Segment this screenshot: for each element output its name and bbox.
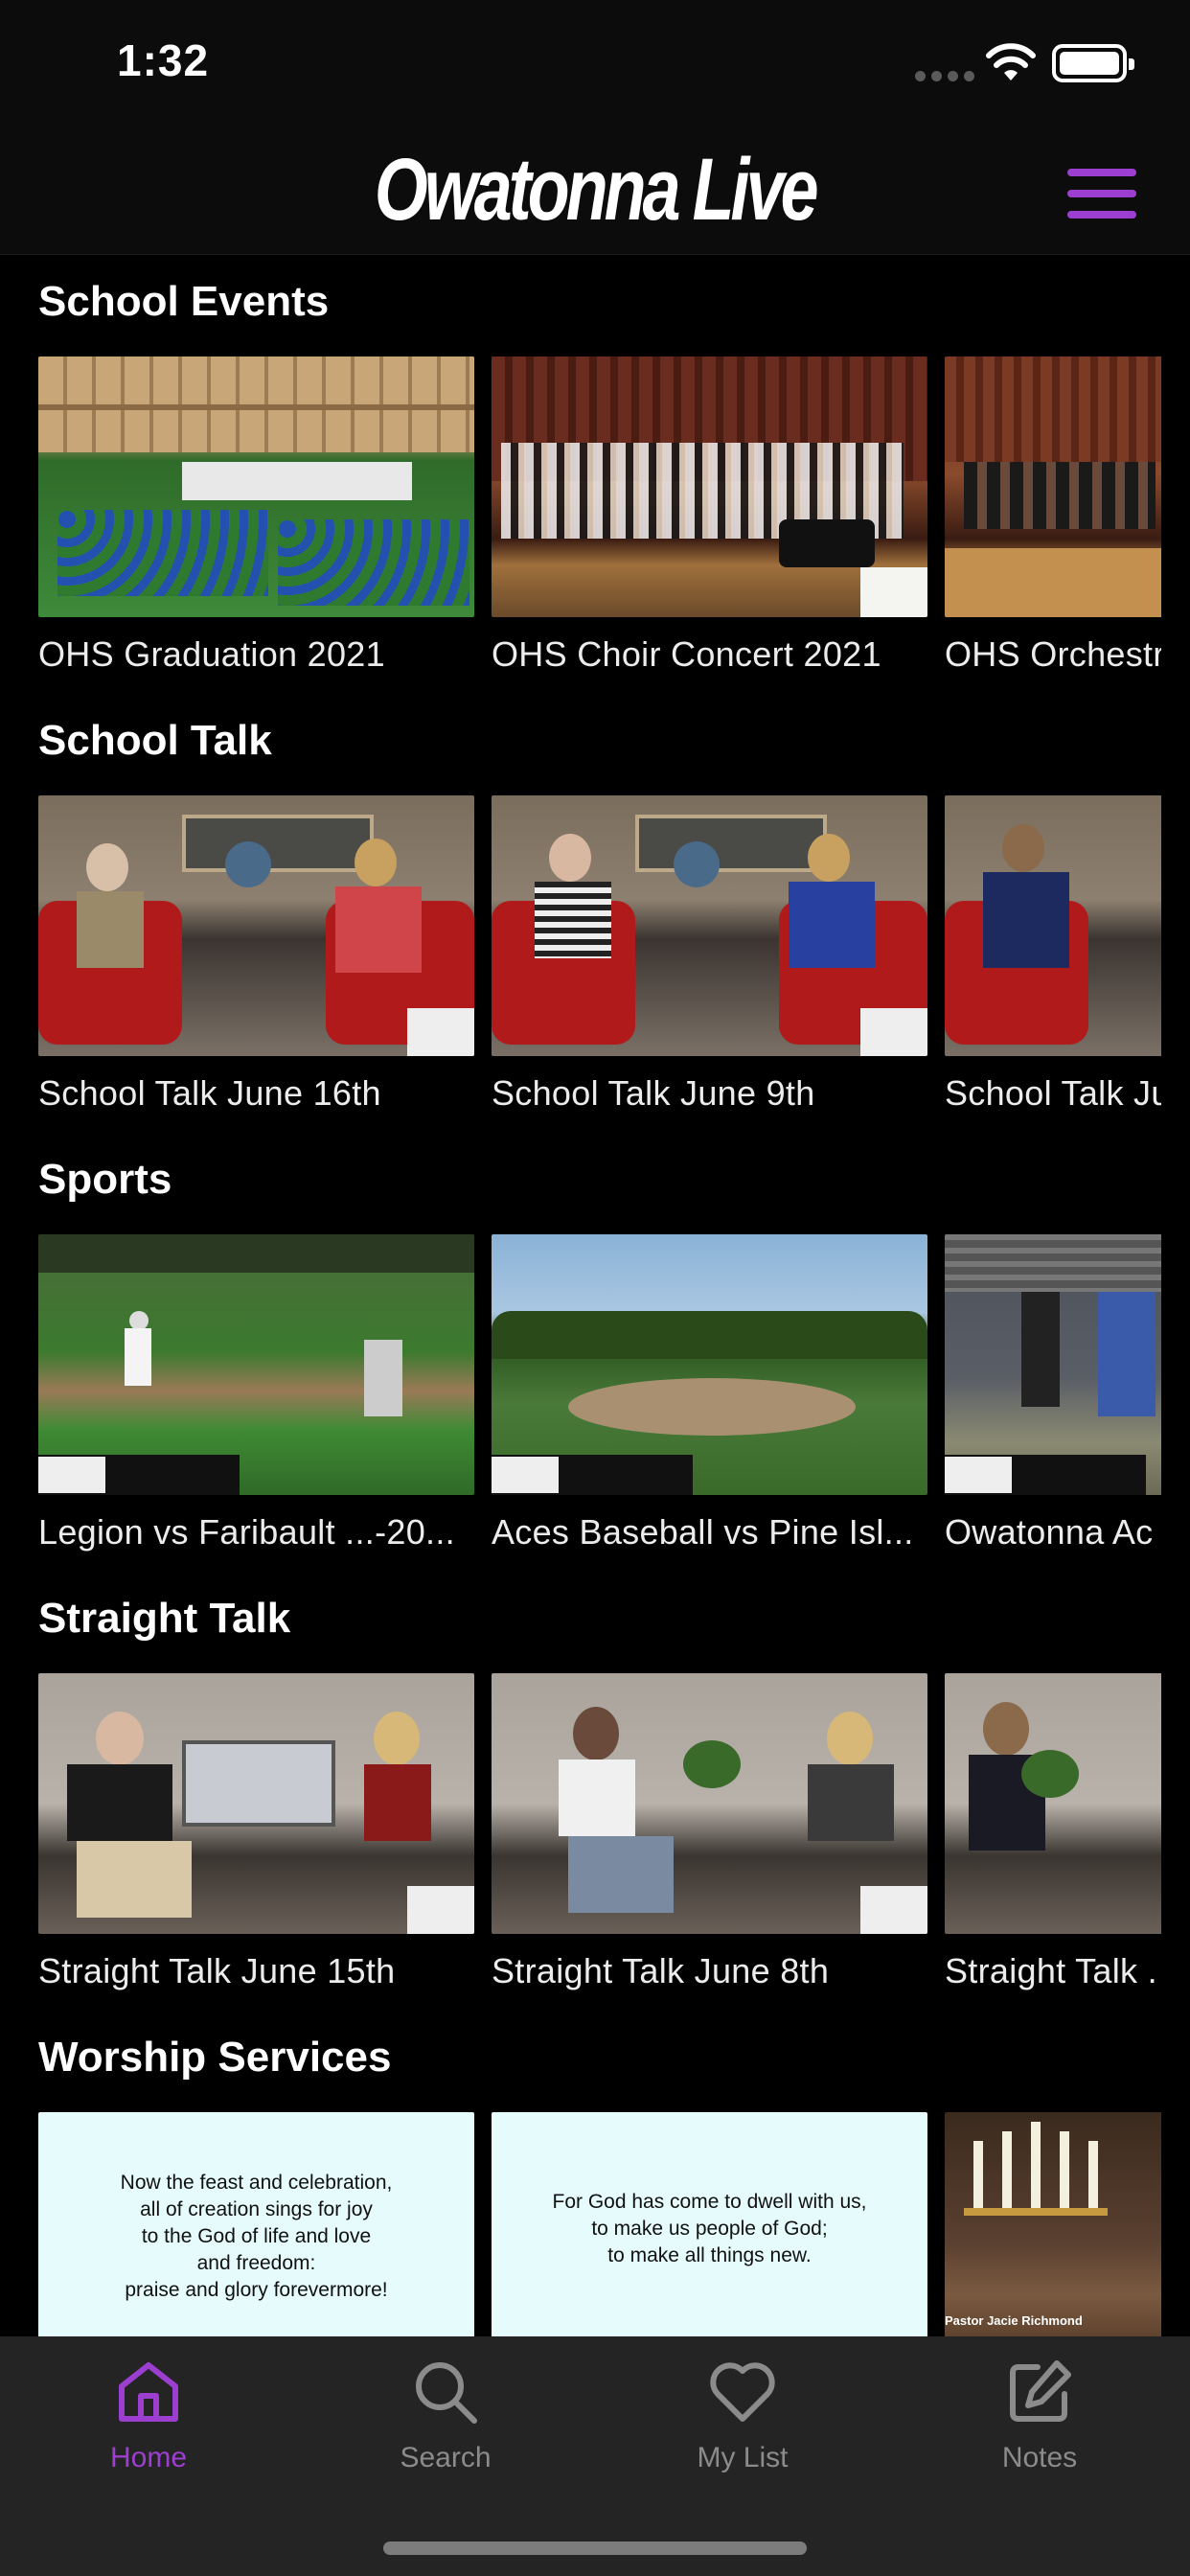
carousel-row[interactable]: School Talk June 16th School Talk June 9…	[38, 795, 1161, 1121]
video-card[interactable]: For God has come to dwell with us, to ma…	[492, 2112, 927, 2336]
video-title: School Talk Ju	[945, 1073, 1161, 1113]
hamburger-menu-icon[interactable]	[1064, 163, 1140, 224]
search-icon	[416, 2362, 477, 2424]
video-card[interactable]: Pastor Jacie Richmond	[945, 2112, 1161, 2336]
carousel-row[interactable]: Now the feast and celebration, all of cr…	[38, 2112, 1161, 2336]
tab-label: My List	[697, 2442, 789, 2473]
section-sports: Sports Legion vs Faribault ...-20... Ace…	[0, 1133, 1190, 1574]
video-card[interactable]: Aces Baseball vs Pine Isl...	[492, 1234, 927, 1560]
status-time: 1:32	[117, 35, 210, 85]
carousel-row[interactable]: Straight Talk June 15th Straight Talk Ju…	[38, 1673, 1161, 1999]
video-card[interactable]: Owatonna Ac	[945, 1234, 1161, 1560]
video-card[interactable]: Straight Talk .	[945, 1673, 1161, 1999]
carousel-row[interactable]: OHS Graduation 2021 OHS Choir Concert 20…	[38, 356, 1161, 682]
video-thumbnail	[492, 795, 927, 1056]
video-card[interactable]: OHS Graduation 2021	[38, 356, 474, 682]
section-worship-services: Worship Services Now the feast and celeb…	[0, 2011, 1190, 2336]
home-feed[interactable]: School Events OHS Graduation 2021 OHS Ch…	[0, 255, 1190, 2336]
video-card[interactable]: Now the feast and celebration, all of cr…	[38, 2112, 474, 2336]
video-thumbnail	[945, 1673, 1161, 1934]
video-thumbnail	[38, 795, 474, 1056]
video-title: Legion vs Faribault ...-20...	[38, 1512, 455, 1552]
video-title: Straight Talk June 8th	[492, 1951, 830, 1990]
video-thumbnail	[945, 1234, 1161, 1495]
home-icon	[119, 2362, 178, 2422]
video-title: OHS Orchestr	[945, 634, 1161, 674]
section-title: School Events	[38, 278, 330, 325]
heart-icon	[710, 2362, 775, 2422]
video-card[interactable]: School Talk June 9th	[492, 795, 927, 1121]
video-card[interactable]: Straight Talk June 15th	[38, 1673, 474, 1999]
cellular-signal-icon	[915, 71, 974, 81]
tab-label: Home	[109, 2442, 188, 2473]
video-title: OHS Graduation 2021	[38, 634, 385, 674]
video-card[interactable]: School Talk Ju	[945, 795, 1161, 1121]
section-title: Straight Talk	[38, 1595, 291, 1642]
app-logo: Owatonna Live	[374, 141, 819, 239]
tab-search[interactable]: Search	[297, 2358, 594, 2501]
section-title: Sports	[38, 1156, 172, 1203]
status-bar: 1:32	[0, 0, 1190, 134]
section-school-events: School Events OHS Graduation 2021 OHS Ch…	[0, 255, 1190, 696]
notes-edit-icon	[1010, 2360, 1071, 2422]
section-straight-talk: Straight Talk Straight Talk June 15th St…	[0, 1572, 1190, 2012]
video-thumbnail	[945, 795, 1161, 1056]
worship-slide-text: For God has come to dwell with us, to ma…	[552, 2191, 867, 2266]
battery-icon	[1052, 44, 1134, 82]
tab-notes[interactable]: Notes	[891, 2358, 1188, 2501]
video-title: Straight Talk .	[945, 1951, 1157, 1990]
video-title: Straight Talk June 15th	[38, 1951, 396, 1990]
video-title: Aces Baseball vs Pine Isl...	[492, 1512, 914, 1552]
video-thumbnail	[492, 1234, 927, 1495]
video-thumbnail	[945, 356, 1161, 617]
video-card[interactable]: OHS Choir Concert 2021	[492, 356, 927, 682]
tab-label: Search	[400, 2442, 492, 2473]
video-title: School Talk June 9th	[492, 1073, 815, 1113]
video-card[interactable]: Straight Talk June 8th	[492, 1673, 927, 1999]
section-title: Worship Services	[38, 2034, 392, 2081]
video-thumbnail: Pastor Jacie Richmond	[945, 2112, 1161, 2336]
video-card[interactable]: School Talk June 16th	[38, 795, 474, 1121]
tab-label: Notes	[1001, 2442, 1078, 2473]
video-title: School Talk June 16th	[38, 1073, 381, 1113]
tab-bar: Home Search My List Notes	[0, 2336, 1190, 2576]
video-title: Owatonna Ac	[945, 1512, 1154, 1552]
home-indicator[interactable]	[383, 2542, 807, 2555]
video-card[interactable]: Legion vs Faribault ...-20...	[38, 1234, 474, 1560]
tab-home[interactable]: Home	[0, 2358, 297, 2501]
video-thumbnail: Now the feast and celebration, all of cr…	[38, 2112, 474, 2336]
section-school-talk: School Talk School Talk June 16th School…	[0, 694, 1190, 1135]
header: Owatonna Live	[0, 134, 1190, 255]
video-thumbnail	[492, 356, 927, 617]
carousel-row[interactable]: Legion vs Faribault ...-20... Aces Baseb…	[38, 1234, 1161, 1560]
worship-slide-text: Now the feast and celebration, all of cr…	[120, 2172, 393, 2301]
video-thumbnail: For God has come to dwell with us, to ma…	[492, 2112, 927, 2336]
thumbnail-caption: Pastor Jacie Richmond	[945, 2313, 1083, 2328]
section-title: School Talk	[38, 717, 272, 764]
video-card[interactable]: OHS Orchestr	[945, 356, 1161, 682]
video-thumbnail	[38, 356, 474, 617]
tab-my-list[interactable]: My List	[594, 2358, 891, 2501]
video-title: OHS Choir Concert 2021	[492, 634, 881, 674]
video-thumbnail	[492, 1673, 927, 1934]
video-thumbnail	[38, 1673, 474, 1934]
video-thumbnail	[38, 1234, 474, 1495]
wifi-icon	[986, 43, 1036, 80]
